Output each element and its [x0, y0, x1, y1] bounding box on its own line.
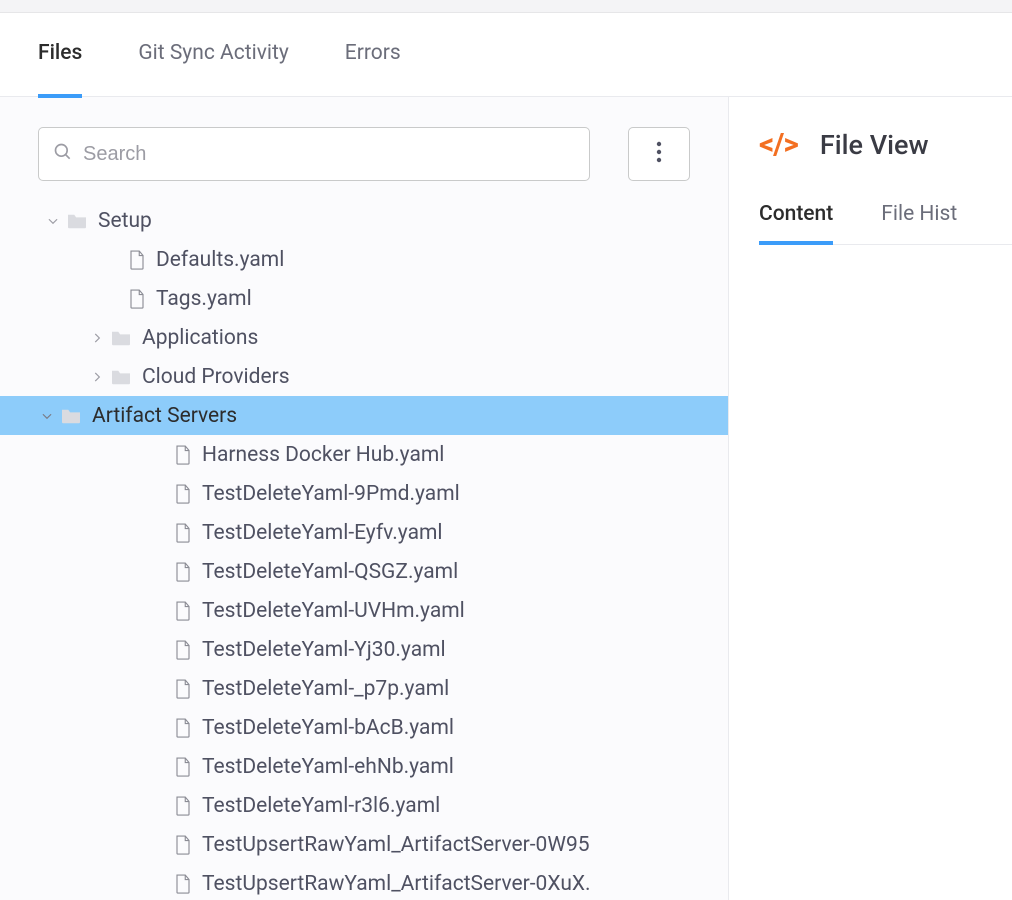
file-icon	[174, 444, 192, 466]
tree-label: TestDeleteYaml-Yj30.yaml	[202, 638, 446, 662]
file-icon	[174, 795, 192, 817]
file-icon	[174, 522, 192, 544]
tree-label: TestDeleteYaml-Eyfv.yaml	[202, 521, 443, 545]
file-icon	[174, 561, 192, 583]
folder-icon	[66, 212, 88, 230]
tree-label: Defaults.yaml	[156, 248, 284, 272]
tree-label: TestDeleteYaml-bAcB.yaml	[202, 716, 454, 740]
file-icon	[174, 834, 192, 856]
tree-label: Cloud Providers	[142, 365, 290, 389]
tree-file[interactable]: TestDeleteYaml-ehNb.yaml	[38, 747, 728, 786]
main-tabs: Files Git Sync Activity Errors	[0, 13, 1012, 97]
file-icon	[174, 756, 192, 778]
file-icon	[128, 288, 146, 310]
tree-file[interactable]: TestDeleteYaml-UVHm.yaml	[38, 591, 728, 630]
tree-label: TestUpsertRawYaml_ArtifactServer-0XuX.	[202, 872, 591, 896]
file-icon	[174, 639, 192, 661]
tree-file[interactable]: TestDeleteYaml-_p7p.yaml	[38, 669, 728, 708]
tree-folder-artifact-servers[interactable]: Artifact Servers	[0, 396, 728, 435]
file-view-tabs: Content File Hist	[759, 202, 1012, 245]
search-icon	[53, 142, 73, 167]
tree-label: TestDeleteYaml-_p7p.yaml	[202, 677, 449, 701]
search-input-container[interactable]	[38, 127, 590, 181]
tree-file[interactable]: TestDeleteYaml-r3l6.yaml	[38, 786, 728, 825]
tree-file[interactable]: Defaults.yaml	[38, 240, 728, 279]
tree-label: TestDeleteYaml-r3l6.yaml	[202, 794, 440, 818]
kebab-icon	[656, 140, 662, 169]
file-icon	[174, 678, 192, 700]
tab-git-sync-activity[interactable]: Git Sync Activity	[138, 41, 288, 69]
file-view-panel: </> File View Content File Hist	[728, 97, 1012, 900]
file-icon	[174, 717, 192, 739]
tree-file[interactable]: TestDeleteYaml-QSGZ.yaml	[38, 552, 728, 591]
tab-file-history[interactable]: File Hist	[881, 202, 957, 244]
tree-folder-cloud-providers[interactable]: Cloud Providers	[38, 357, 728, 396]
chevron-down-icon	[44, 214, 62, 228]
tree-file[interactable]: TestDeleteYaml-bAcB.yaml	[38, 708, 728, 747]
code-icon: </>	[759, 127, 798, 162]
file-icon	[174, 873, 192, 895]
more-options-button[interactable]	[628, 127, 690, 181]
tree-file[interactable]: TestDeleteYaml-9Pmd.yaml	[38, 474, 728, 513]
tree-file[interactable]: TestUpsertRawYaml_ArtifactServer-0XuX.	[38, 864, 728, 900]
tab-files[interactable]: Files	[38, 41, 82, 69]
file-icon	[174, 600, 192, 622]
chevron-down-icon	[38, 409, 56, 423]
file-icon	[128, 249, 146, 271]
file-tree: Setup Defaults.yaml Tags.yaml Application…	[0, 201, 728, 900]
tree-label: TestUpsertRawYaml_ArtifactServer-0W95	[202, 833, 590, 857]
tree-file[interactable]: Tags.yaml	[38, 279, 728, 318]
tree-label: Tags.yaml	[156, 287, 252, 311]
tree-file[interactable]: TestDeleteYaml-Eyfv.yaml	[38, 513, 728, 552]
chevron-right-icon	[88, 331, 106, 345]
tree-file[interactable]: TestDeleteYaml-Yj30.yaml	[38, 630, 728, 669]
file-icon	[174, 483, 192, 505]
tree-folder-setup[interactable]: Setup	[38, 201, 728, 240]
tab-content[interactable]: Content	[759, 202, 833, 244]
file-tree-panel: Setup Defaults.yaml Tags.yaml Application…	[0, 97, 728, 900]
folder-icon	[110, 368, 132, 386]
tree-label: Artifact Servers	[92, 404, 237, 428]
tree-label: TestDeleteYaml-UVHm.yaml	[202, 599, 465, 623]
top-strip	[0, 0, 1012, 13]
tree-label: Setup	[98, 209, 152, 233]
search-input[interactable]	[83, 143, 575, 166]
tree-label: TestDeleteYaml-9Pmd.yaml	[202, 482, 460, 506]
file-view-title: File View	[820, 129, 929, 161]
tree-folder-applications[interactable]: Applications	[38, 318, 728, 357]
tree-file[interactable]: Harness Docker Hub.yaml	[38, 435, 728, 474]
tree-file[interactable]: TestUpsertRawYaml_ArtifactServer-0W95	[38, 825, 728, 864]
tree-label: TestDeleteYaml-QSGZ.yaml	[202, 560, 458, 584]
tab-errors[interactable]: Errors	[345, 41, 401, 69]
tree-label: TestDeleteYaml-ehNb.yaml	[202, 755, 454, 779]
chevron-right-icon	[88, 370, 106, 384]
tree-label: Applications	[142, 326, 258, 350]
folder-icon	[110, 329, 132, 347]
tree-label: Harness Docker Hub.yaml	[202, 443, 444, 467]
folder-icon	[60, 407, 82, 425]
